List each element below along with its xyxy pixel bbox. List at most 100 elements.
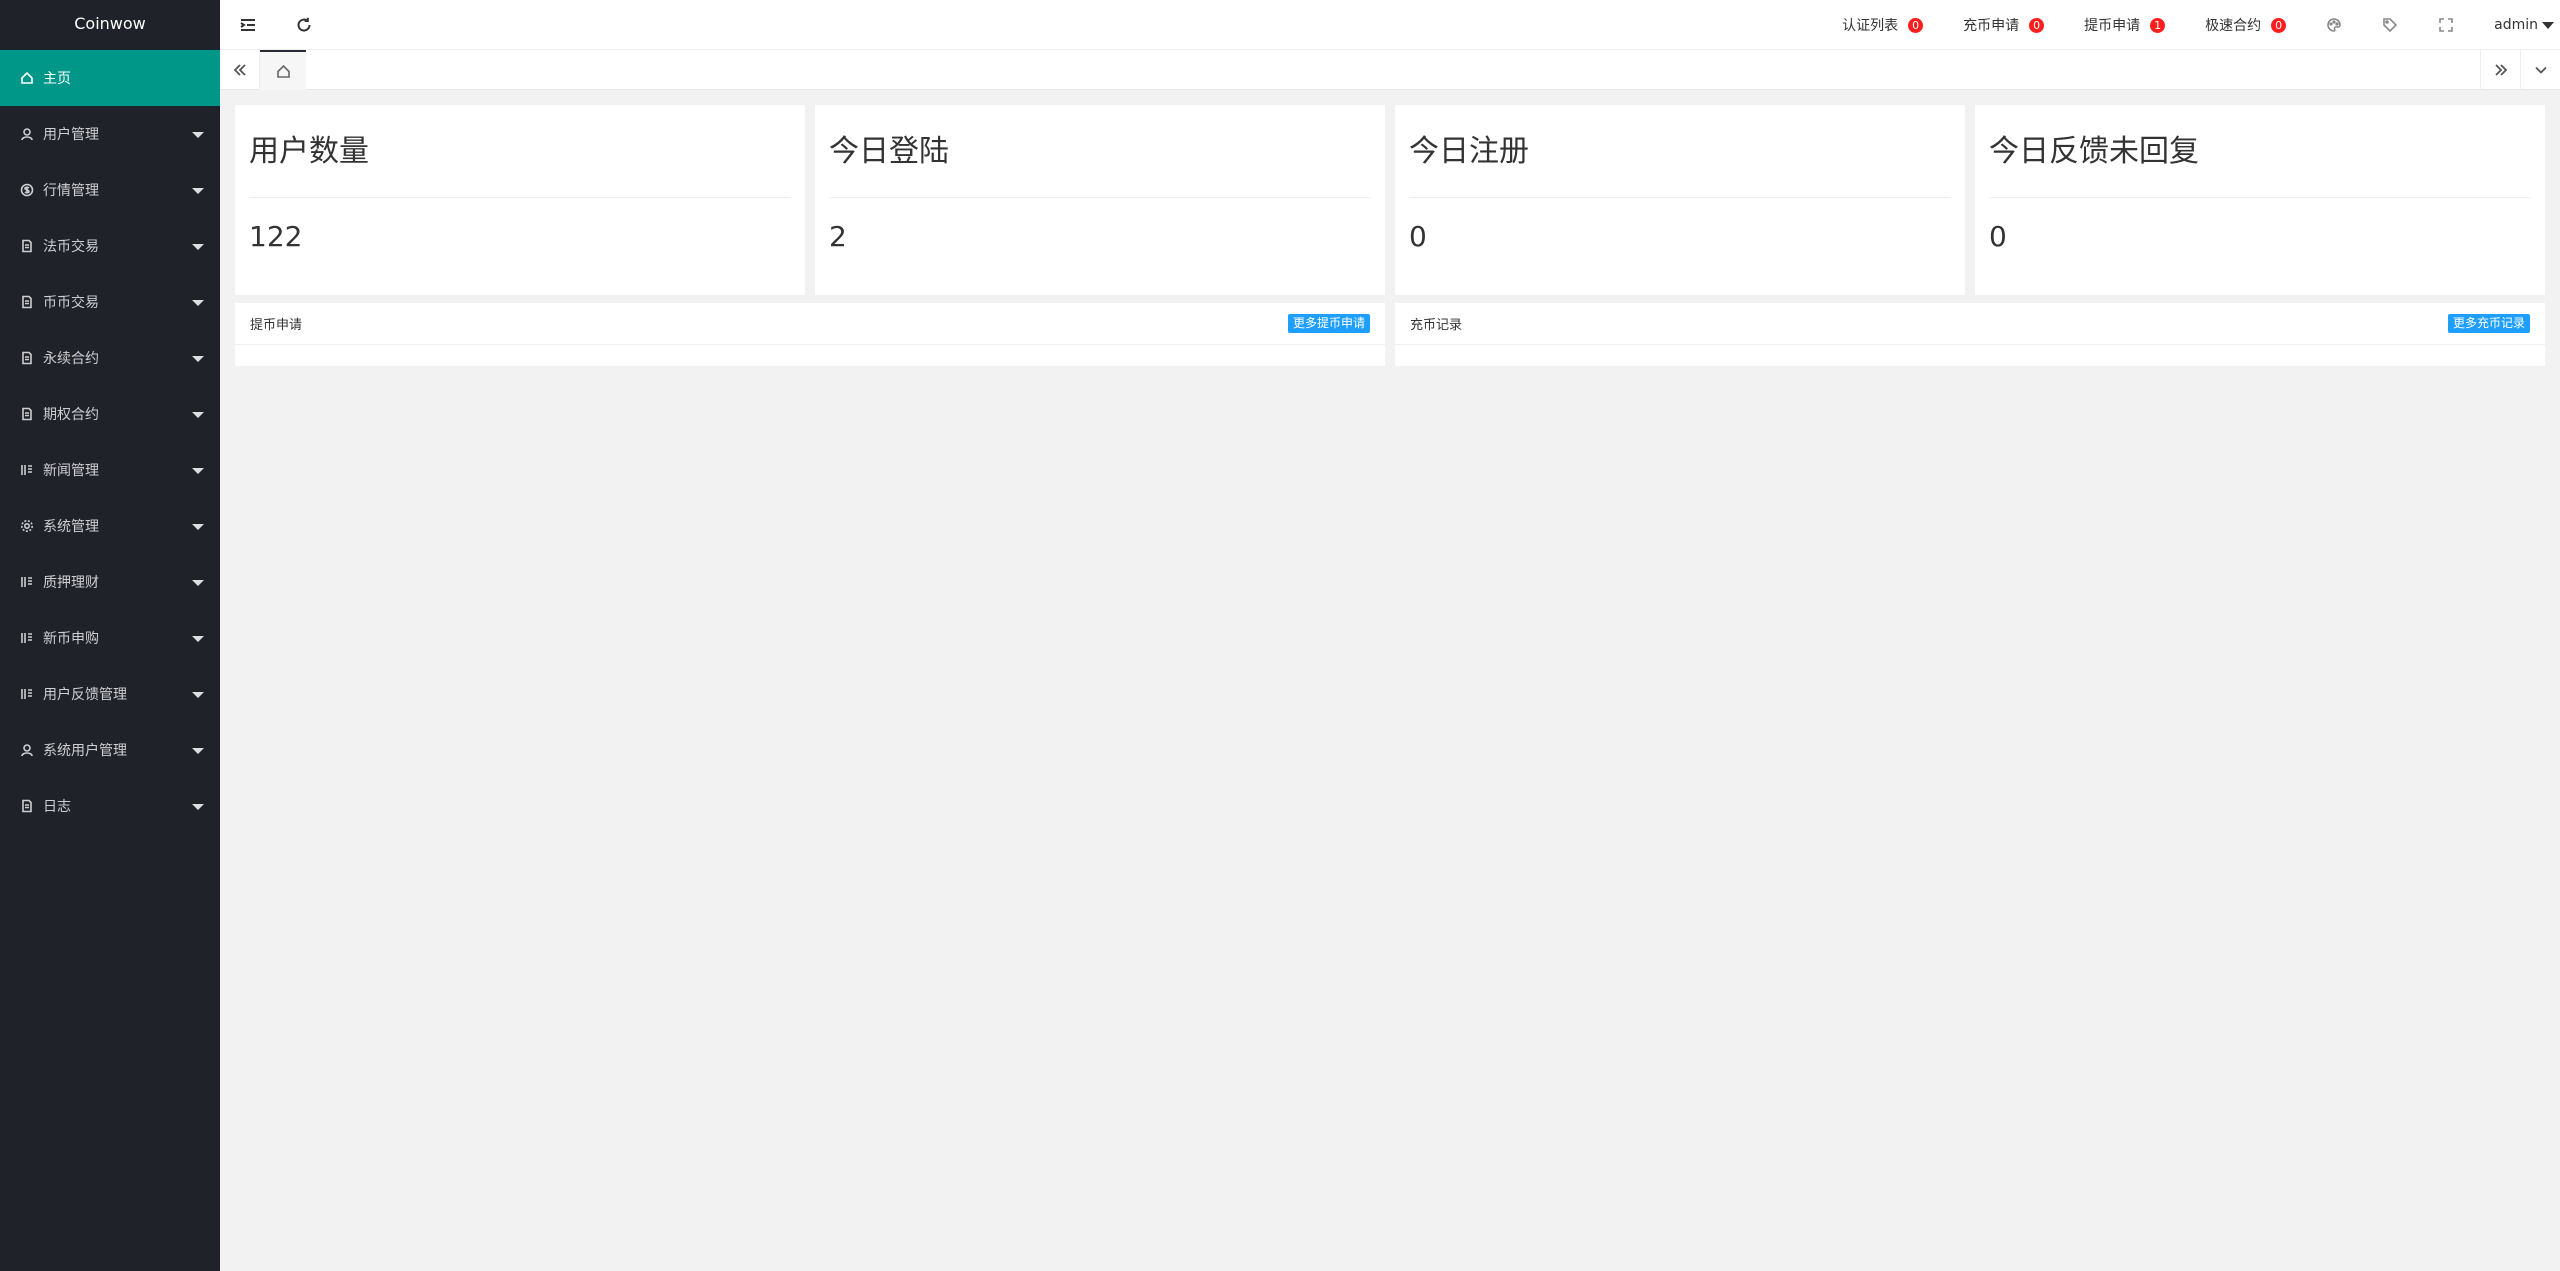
link-label: 充币申请: [1963, 18, 2020, 34]
caret-down-icon: [192, 580, 204, 586]
toggle-sidebar-button[interactable]: [220, 0, 276, 50]
header-right: 认证列表 0 充币申请 0 提币申请 1 极速合约 0 admin: [1822, 0, 2560, 50]
count-badge: 0: [1908, 17, 1924, 33]
tabs-menu-button[interactable]: [2520, 50, 2560, 90]
caret-down-icon: [2542, 21, 2554, 29]
sidebar-item-label: 系统用户管理: [43, 743, 127, 759]
top-header: 认证列表 0 充币申请 0 提币申请 1 极速合约 0 admin: [220, 0, 2560, 50]
caret-down-icon: [192, 188, 204, 194]
deposit-requests-link[interactable]: 充币申请 0: [1943, 0, 2064, 50]
link-label: 极速合约: [2205, 18, 2262, 34]
sidebar-item-label: 用户管理: [43, 127, 99, 143]
sidebar-item-fiat-trading[interactable]: 法币交易: [0, 218, 220, 274]
sidebar-item-logs[interactable]: 日志: [0, 778, 220, 834]
count-badge: 1: [2150, 17, 2166, 33]
tab-home[interactable]: [260, 50, 306, 90]
stat-value: 0: [1409, 220, 1427, 253]
file-icon: [20, 295, 34, 309]
withdraw-requests-link[interactable]: 提币申请 1: [2064, 0, 2185, 50]
fullscreen-button[interactable]: [2418, 0, 2474, 50]
count-badge: 0: [2271, 17, 2287, 33]
fullscreen-icon: [2439, 18, 2453, 32]
sidebar-item-home[interactable]: 主页: [0, 50, 220, 106]
caret-down-icon: [192, 636, 204, 642]
sidebar-item-label: 永续合约: [43, 351, 99, 367]
list-icon: [20, 463, 34, 477]
speed-contract-link[interactable]: 极速合约 0: [2185, 0, 2306, 50]
link-label: 认证列表: [1842, 18, 1899, 34]
caret-down-icon: [192, 356, 204, 362]
caret-down-icon: [192, 412, 204, 418]
stat-card-today-registrations: 今日注册 0: [1395, 105, 1965, 295]
stats-row: 用户数量 122 今日登陆 2 今日注册 0 今日反馈未回复 0: [235, 105, 2545, 295]
panels-row: 提币申请 更多提币申请 充币记录 更多充币记录: [235, 303, 2545, 366]
tabs-scroll-left-button[interactable]: [220, 50, 260, 90]
sidebar-item-options-contract[interactable]: 期权合约: [0, 386, 220, 442]
list-icon: [20, 575, 34, 589]
sidebar-item-user-management[interactable]: 用户管理: [0, 106, 220, 162]
stat-title: 今日登陆: [829, 105, 1371, 198]
chevron-down-icon: [2534, 66, 2547, 74]
stat-title: 用户数量: [249, 105, 791, 198]
sidebar-item-market-management[interactable]: 行情管理: [0, 162, 220, 218]
user-menu[interactable]: admin: [2474, 0, 2560, 50]
sidebar-item-label: 系统管理: [43, 519, 99, 535]
sidebar-item-new-coin-subscription[interactable]: 新币申购: [0, 610, 220, 666]
sidebar-item-label: 行情管理: [43, 183, 99, 199]
sidebar-item-label: 质押理财: [43, 575, 99, 591]
sidebar-item-label: 新闻管理: [43, 463, 99, 479]
double-chevron-right-icon: [2494, 64, 2507, 76]
sidebar-item-label: 法币交易: [43, 239, 99, 255]
notes-button[interactable]: [2362, 0, 2418, 50]
sidebar-item-label: 主页: [43, 71, 71, 87]
file-icon: [20, 799, 34, 813]
sidebar-item-label: 期权合约: [43, 407, 99, 423]
home-icon: [276, 64, 290, 78]
stat-title: 今日反馈未回复: [1989, 105, 2531, 198]
theme-button[interactable]: [2306, 0, 2362, 50]
palette-icon: [2327, 18, 2341, 32]
gear-icon: [20, 519, 34, 533]
app-logo[interactable]: Coinwow: [0, 0, 220, 50]
caret-down-icon: [192, 132, 204, 138]
refresh-button[interactable]: [276, 0, 332, 50]
verification-list-link[interactable]: 认证列表 0: [1822, 0, 1943, 50]
sidebar-item-feedback-management[interactable]: 用户反馈管理: [0, 666, 220, 722]
more-deposit-records-button[interactable]: 更多充币记录: [2447, 314, 2530, 333]
sidebar-item-coin-trading[interactable]: 币币交易: [0, 274, 220, 330]
sidebar-item-system-users[interactable]: 系统用户管理: [0, 722, 220, 778]
sidebar-item-staking[interactable]: 质押理财: [0, 554, 220, 610]
user-icon: [20, 127, 34, 141]
username: admin: [2494, 17, 2538, 33]
stat-value: 122: [249, 220, 303, 253]
sidebar: Coinwow 主页 用户管理 行情管理 法币交易 币币交易 永续合约 期权合约…: [0, 0, 220, 1271]
tabs-scroll-right-button[interactable]: [2480, 50, 2520, 90]
tabs-bar: [220, 50, 2560, 90]
caret-down-icon: [192, 692, 204, 698]
sidebar-nav: 主页 用户管理 行情管理 法币交易 币币交易 永续合约 期权合约 新闻管理 系统…: [0, 50, 220, 834]
stat-value: 0: [1989, 220, 2007, 253]
main-content: 用户数量 122 今日登陆 2 今日注册 0 今日反馈未回复 0 提币申请 更多…: [220, 90, 2560, 1271]
sidebar-item-label: 日志: [43, 799, 71, 815]
home-icon: [20, 71, 34, 85]
sidebar-item-label: 新币申购: [43, 631, 99, 647]
panel-title: 提币申请: [250, 318, 303, 333]
list-icon: [20, 687, 34, 701]
caret-down-icon: [192, 244, 204, 250]
dollar-icon: [20, 183, 34, 197]
indent-icon: [240, 19, 255, 31]
file-icon: [20, 351, 34, 365]
stat-value: 2: [829, 220, 847, 253]
file-icon: [20, 239, 34, 253]
more-withdraw-requests-button[interactable]: 更多提币申请: [1287, 314, 1370, 333]
list-icon: [20, 631, 34, 645]
panel-header: 提币申请 更多提币申请: [235, 303, 1385, 345]
sidebar-item-perpetual-contract[interactable]: 永续合约: [0, 330, 220, 386]
sidebar-item-label: 用户反馈管理: [43, 687, 127, 703]
stat-card-today-logins: 今日登陆 2: [815, 105, 1385, 295]
sidebar-item-system-management[interactable]: 系统管理: [0, 498, 220, 554]
deposit-records-panel: 充币记录 更多充币记录: [1395, 303, 2545, 366]
caret-down-icon: [192, 468, 204, 474]
user-icon: [20, 743, 34, 757]
sidebar-item-news-management[interactable]: 新闻管理: [0, 442, 220, 498]
